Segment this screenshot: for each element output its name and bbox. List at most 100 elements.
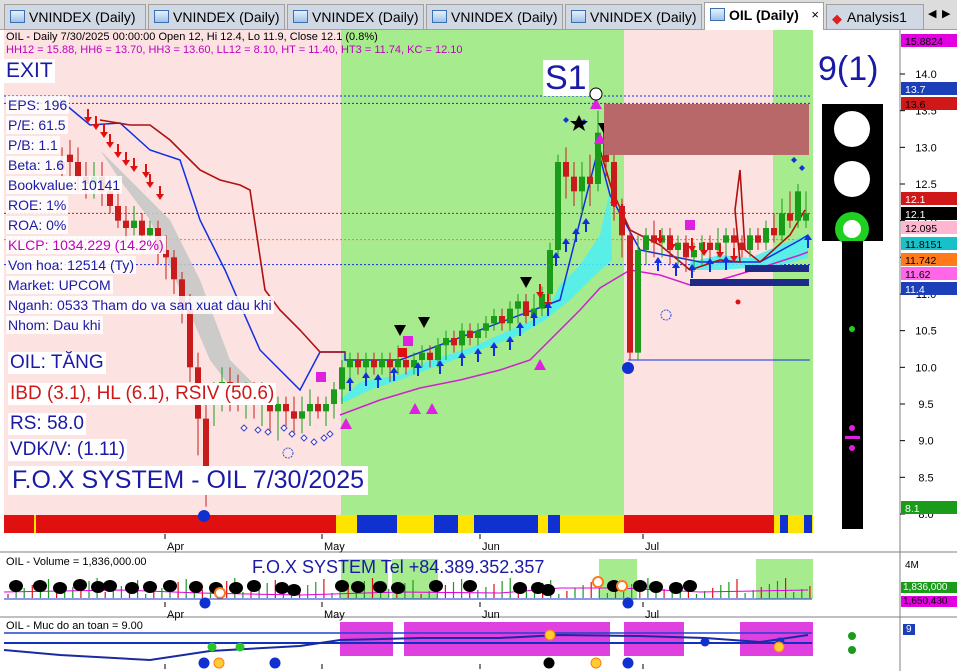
candle-body bbox=[395, 359, 401, 368]
safety-tag: 9 bbox=[903, 624, 915, 635]
candle-body bbox=[419, 352, 425, 360]
safety-side-dot bbox=[848, 632, 856, 640]
tab-label: VNINDEX (Daily) bbox=[29, 9, 136, 25]
strip-segment bbox=[434, 515, 458, 533]
brand-title: F.O.X SYSTEM - OIL 7/30/2025 bbox=[8, 466, 369, 495]
axis-value-tag-label: 11.62 bbox=[905, 269, 931, 281]
tab-vnindex-5[interactable]: VNINDEX (Daily) bbox=[565, 4, 702, 29]
axis-value-tag-label: 11.4 bbox=[905, 284, 925, 296]
volume-dot bbox=[53, 582, 67, 594]
axis-tick-label: 9.5 bbox=[918, 399, 933, 411]
tab-vnindex-2[interactable]: VNINDEX (Daily) bbox=[148, 4, 285, 29]
traffic-light-pole bbox=[842, 241, 863, 529]
strip-segment bbox=[548, 515, 560, 533]
square-marker bbox=[403, 336, 413, 346]
industry-label: Nganh: 0533 Tham do va san xuat dau khi bbox=[6, 296, 274, 314]
price-axis: 14.013.513.012.512.011.511.010.510.09.59… bbox=[900, 34, 957, 521]
candle-body bbox=[795, 191, 801, 221]
tab-bar: VNINDEX (Daily) VNINDEX (Daily) VNINDEX … bbox=[0, 0, 957, 30]
volume-dot bbox=[633, 580, 647, 592]
volume-dot bbox=[73, 579, 87, 591]
candle-body bbox=[571, 176, 577, 192]
volume-dot bbox=[373, 581, 387, 593]
pole-dot bbox=[849, 445, 855, 451]
tab-scroll-right-icon[interactable]: ▶ bbox=[942, 7, 950, 20]
safety-ring bbox=[773, 641, 785, 653]
close-tab-icon[interactable]: × bbox=[811, 3, 819, 27]
candle-body bbox=[779, 213, 785, 236]
tab-oil-daily[interactable]: OIL (Daily) × bbox=[704, 2, 824, 30]
tab-label: VNINDEX (Daily) bbox=[451, 9, 558, 25]
klcp-label: KLCP: 1034.229 (14.2%) bbox=[6, 236, 166, 254]
candle-body bbox=[331, 389, 337, 404]
month-label: May bbox=[324, 541, 345, 553]
axis-tick-label: 13.0 bbox=[915, 142, 936, 154]
candle-body bbox=[707, 242, 713, 250]
candle-body bbox=[587, 176, 593, 184]
axis-value-tag-label: 13.7 bbox=[905, 84, 926, 96]
candle-body bbox=[363, 359, 369, 368]
volume-dot bbox=[335, 580, 349, 592]
candle-body bbox=[803, 213, 809, 221]
volume-dot bbox=[229, 582, 243, 594]
volume-axis-label: 4M bbox=[905, 560, 919, 571]
candle-body bbox=[723, 235, 729, 243]
candle-body bbox=[787, 213, 793, 221]
chart-area[interactable]: 14.013.513.012.512.011.511.010.510.09.59… bbox=[0, 30, 957, 671]
chart-window-icon bbox=[571, 10, 586, 23]
volume-dot bbox=[189, 581, 203, 593]
tab-vnindex-3[interactable]: VNINDEX (Daily) bbox=[287, 4, 424, 29]
chart-window-icon bbox=[154, 10, 169, 23]
candle-body bbox=[763, 227, 769, 243]
strip-segment bbox=[357, 515, 397, 533]
candle-body bbox=[283, 403, 289, 412]
candle-body bbox=[459, 330, 465, 346]
volume-tag-current: 1,836,000 bbox=[901, 582, 957, 593]
green-zone bbox=[756, 559, 813, 599]
tab-vnindex-4[interactable]: VNINDEX (Daily) bbox=[426, 4, 563, 29]
roe-label: ROE: 1% bbox=[6, 196, 69, 214]
axis-tick-label: 12.5 bbox=[915, 179, 936, 191]
volume-dot bbox=[125, 582, 139, 594]
info-circle-marker bbox=[198, 510, 210, 522]
safety-circle-marker bbox=[622, 657, 634, 669]
volume-dot bbox=[287, 584, 301, 596]
tab-analysis1[interactable]: ◆ Analysis1 bbox=[826, 4, 924, 29]
candle-body bbox=[675, 242, 681, 250]
axis-tick-label: 10.0 bbox=[915, 362, 936, 374]
candle-body bbox=[747, 235, 753, 250]
month-label: May bbox=[324, 609, 345, 621]
axis-value-tag-label: 12.1 bbox=[905, 194, 926, 206]
strip-segment bbox=[804, 515, 812, 533]
header-levels: HH12 = 15.88, HH6 = 13.70, HH3 = 13.60, … bbox=[6, 44, 463, 56]
candle-body bbox=[75, 161, 81, 177]
axis-value-tag-label: 11.8151 bbox=[905, 239, 942, 251]
candle-body bbox=[323, 403, 329, 412]
dot-marker bbox=[735, 299, 741, 305]
candle-body bbox=[403, 359, 409, 368]
safety-ring bbox=[544, 629, 556, 641]
pole-dot bbox=[849, 425, 855, 431]
traffic-light-lamp bbox=[834, 161, 870, 197]
eps-label: EPS: 196 bbox=[6, 96, 70, 114]
candle-body bbox=[131, 220, 137, 228]
candle-body bbox=[563, 161, 569, 177]
candle-body bbox=[643, 235, 649, 250]
candle-body bbox=[491, 315, 497, 324]
safety-title: OIL - Muc do an toan = 9.00 bbox=[6, 620, 143, 632]
volume-dot bbox=[351, 581, 365, 593]
tab-scroll-left-icon[interactable]: ◀ bbox=[928, 7, 936, 20]
tab-vnindex-1[interactable]: VNINDEX (Daily) bbox=[4, 4, 146, 29]
tab-label: VNINDEX (Daily) bbox=[312, 9, 419, 25]
candle-body bbox=[627, 235, 633, 353]
pe-label: P/E: 61.5 bbox=[6, 116, 68, 134]
candle-body bbox=[355, 359, 361, 368]
candle-body bbox=[547, 249, 553, 294]
strip-segment bbox=[474, 515, 538, 533]
volume-dot bbox=[649, 581, 663, 593]
volume-dot bbox=[91, 581, 105, 593]
green-zone bbox=[773, 30, 813, 515]
candle-body bbox=[307, 403, 313, 412]
tab-label: VNINDEX (Daily) bbox=[173, 9, 280, 25]
month-label: Jun bbox=[482, 541, 500, 553]
